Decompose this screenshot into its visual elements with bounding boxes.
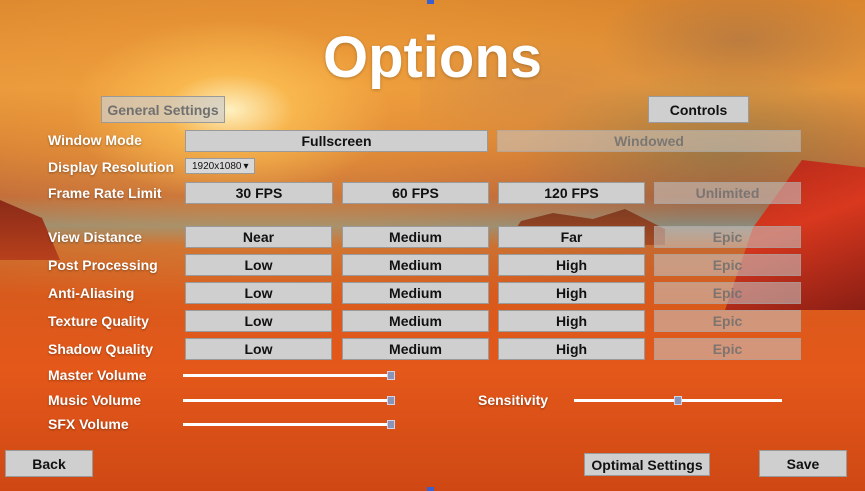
shadow-quality-high-button[interactable]: High <box>498 338 645 360</box>
frame-rate-120-button[interactable]: 120 FPS <box>498 182 645 204</box>
music-volume-label: Music Volume <box>48 392 142 408</box>
display-resolution-label: Display Resolution <box>48 159 175 175</box>
post-processing-medium-button[interactable]: Medium <box>342 254 489 276</box>
texture-quality-low-button[interactable]: Low <box>185 310 332 332</box>
window-mode-fullscreen-button[interactable]: Fullscreen <box>185 130 488 152</box>
page-title: Options <box>322 25 543 90</box>
view-distance-near-button[interactable]: Near <box>185 226 332 248</box>
sensitivity-slider-handle[interactable] <box>674 396 682 405</box>
post-processing-low-button[interactable]: Low <box>185 254 332 276</box>
tab-controls[interactable]: Controls <box>648 96 749 123</box>
anti-aliasing-epic-button[interactable]: Epic <box>654 282 801 304</box>
shadow-quality-low-button[interactable]: Low <box>185 338 332 360</box>
bottom-marker <box>427 487 434 491</box>
frame-rate-unlimited-button[interactable]: Unlimited <box>654 182 801 204</box>
anti-aliasing-label: Anti-Aliasing <box>48 285 135 301</box>
master-volume-slider-handle[interactable] <box>387 371 395 380</box>
view-distance-label: View Distance <box>48 229 142 245</box>
shadow-quality-epic-button[interactable]: Epic <box>654 338 801 360</box>
optimal-settings-button[interactable]: Optimal Settings <box>584 453 710 476</box>
sfx-volume-slider[interactable] <box>183 420 395 429</box>
tab-general-settings[interactable]: General Settings <box>101 96 225 123</box>
view-distance-far-button[interactable]: Far <box>498 226 645 248</box>
post-processing-epic-button[interactable]: Epic <box>654 254 801 276</box>
view-distance-epic-button[interactable]: Epic <box>654 226 801 248</box>
sfx-volume-slider-handle[interactable] <box>387 420 395 429</box>
shadow-quality-label: Shadow Quality <box>48 341 154 357</box>
frame-rate-30-button[interactable]: 30 FPS <box>185 182 333 204</box>
texture-quality-epic-button[interactable]: Epic <box>654 310 801 332</box>
shadow-quality-medium-button[interactable]: Medium <box>342 338 489 360</box>
sensitivity-slider[interactable] <box>574 396 782 405</box>
view-distance-medium-button[interactable]: Medium <box>342 226 489 248</box>
frame-rate-label: Frame Rate Limit <box>48 185 162 201</box>
post-processing-label: Post Processing <box>48 257 158 273</box>
texture-quality-label: Texture Quality <box>48 313 149 329</box>
sfx-volume-label: SFX Volume <box>48 416 129 432</box>
music-volume-slider-handle[interactable] <box>387 396 395 405</box>
anti-aliasing-high-button[interactable]: High <box>498 282 645 304</box>
sensitivity-label: Sensitivity <box>478 392 549 408</box>
anti-aliasing-medium-button[interactable]: Medium <box>342 282 489 304</box>
top-marker <box>427 0 434 4</box>
window-mode-label: Window Mode <box>48 132 142 148</box>
texture-quality-medium-button[interactable]: Medium <box>342 310 489 332</box>
anti-aliasing-low-button[interactable]: Low <box>185 282 332 304</box>
master-volume-label: Master Volume <box>48 367 147 383</box>
display-resolution-value: 1920x1080 <box>192 160 242 172</box>
back-button[interactable]: Back <box>5 450 93 477</box>
master-volume-slider[interactable] <box>183 371 395 380</box>
save-button[interactable]: Save <box>759 450 847 477</box>
post-processing-high-button[interactable]: High <box>498 254 645 276</box>
music-volume-slider[interactable] <box>183 396 395 405</box>
window-mode-windowed-button[interactable]: Windowed <box>497 130 801 152</box>
frame-rate-60-button[interactable]: 60 FPS <box>342 182 489 204</box>
texture-quality-high-button[interactable]: High <box>498 310 645 332</box>
display-resolution-dropdown[interactable]: 1920x1080 ▾ <box>185 158 255 174</box>
chevron-down-icon: ▾ <box>243 160 249 172</box>
